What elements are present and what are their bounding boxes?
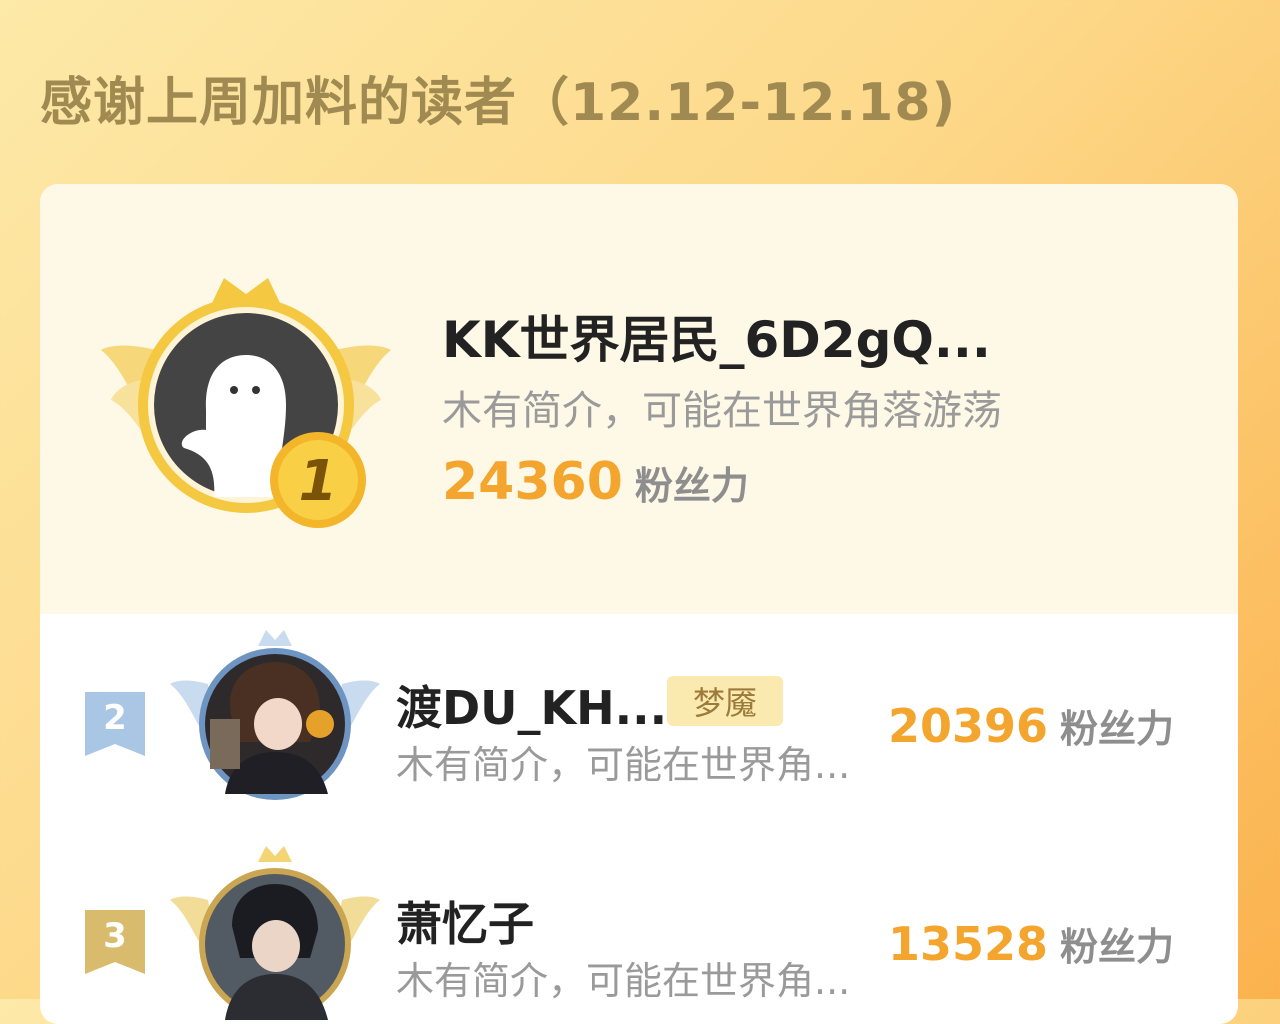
score-unit: 粉丝力	[634, 464, 749, 508]
score-value: 13528	[888, 917, 1049, 971]
reader-2-name[interactable]: 渡DU_KH...	[396, 672, 667, 738]
reader-3-score: 13528 粉丝力	[888, 916, 1174, 971]
reader-2-avatar[interactable]	[170, 624, 380, 804]
score-unit: 粉丝力	[1060, 707, 1175, 751]
top-reader-name[interactable]: KK世界居民_6D2gQ...	[442, 300, 991, 372]
reader-3-bio: 木有简介，可能在世界角...	[396, 959, 851, 1003]
page-title: 感谢上周加料的读者（12.12-12.18)	[40, 73, 957, 133]
top-reader-avatar[interactable]: 1	[96, 260, 396, 530]
rank-number: 2	[103, 698, 127, 738]
rank-3-badge: 3	[85, 910, 145, 974]
reader-2-score: 20396 粉丝力	[888, 698, 1174, 753]
score-unit: 粉丝力	[1060, 925, 1175, 969]
top-reader-bio: 木有简介，可能在世界角落游荡	[442, 388, 1002, 434]
reader-3-name[interactable]: 萧忆子	[396, 888, 534, 954]
leaderboard-card: 1 KK世界居民_6D2gQ... 木有简介，可能在世界角落游荡 24360 粉丝…	[40, 184, 1238, 1024]
rank-2-badge: 2	[85, 692, 145, 756]
top-reader-score: 24360 粉丝力	[442, 452, 749, 512]
reader-2-tag: 梦魇	[667, 676, 784, 726]
svg-text:1: 1	[299, 449, 338, 514]
score-value: 24360	[442, 452, 623, 512]
reader-2-bio: 木有简介，可能在世界角...	[396, 743, 851, 787]
reader-3-avatar[interactable]	[170, 840, 380, 1024]
rank-number: 3	[103, 916, 127, 956]
score-value: 20396	[888, 699, 1049, 753]
